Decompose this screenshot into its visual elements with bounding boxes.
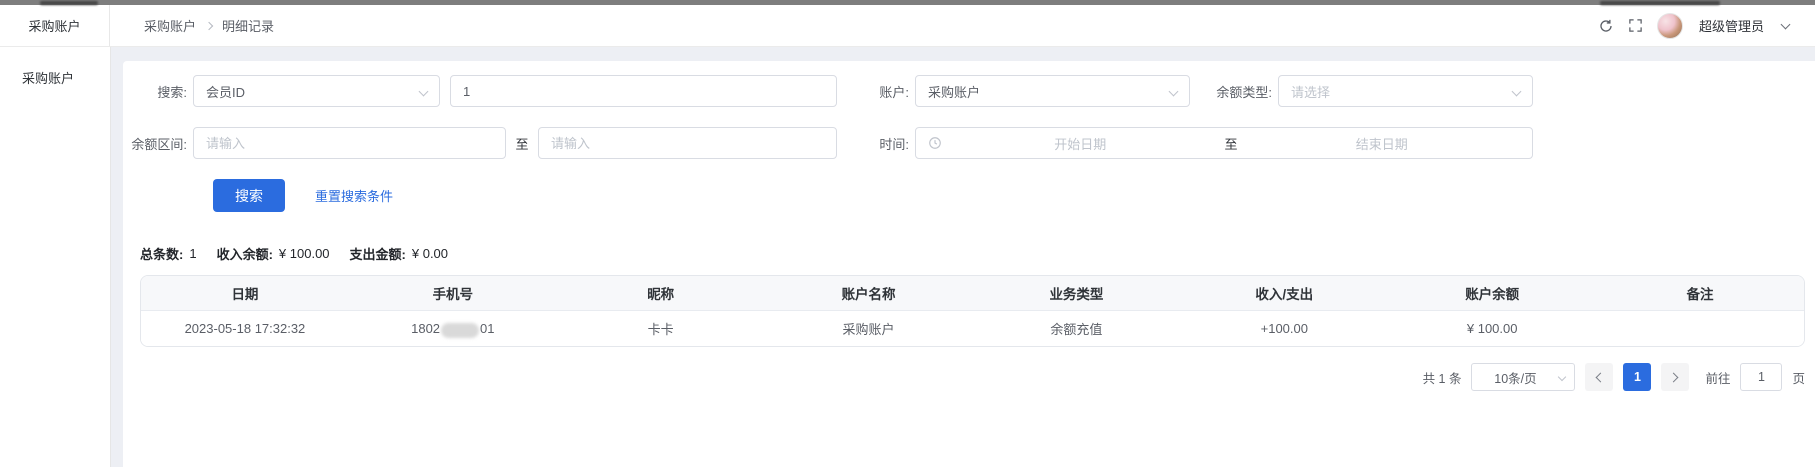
chevron-down-icon (1558, 373, 1566, 381)
cell-account-name: 采购账户 (765, 319, 973, 338)
cell-phone: 1802 01 (349, 321, 557, 336)
goto-label: 前往 (1705, 368, 1730, 387)
refresh-icon[interactable] (1598, 18, 1614, 34)
search-button[interactable]: 搜索 (213, 179, 285, 212)
col-biz-type: 业务类型 (973, 283, 1181, 303)
chevron-right-icon (1669, 372, 1679, 382)
income-label: 收入余额: (217, 244, 273, 263)
balance-max-input[interactable] (538, 127, 837, 159)
table-row: 2023-05-18 17:32:32 180201 卡卡 采购账户 余额充值 … (141, 311, 1804, 346)
goto-page-input[interactable] (1740, 363, 1782, 391)
chevron-left-icon (1596, 372, 1606, 382)
balance-min-input[interactable] (193, 127, 506, 159)
fullscreen-icon[interactable] (1628, 18, 1643, 33)
col-remark: 备注 (1596, 283, 1804, 303)
records-table: 日期 手机号 昵称 账户名称 业务类型 收入/支出 账户余额 备注 2023-0… (140, 275, 1805, 347)
total-count-label: 总条数: (140, 244, 183, 263)
filter-row-1: 搜索: 会员ID 账户: 采购账户 余额类型: 请选择 (123, 75, 1815, 107)
cell-nickname: 卡卡 (557, 319, 765, 338)
filter-row-2: 余额区间: 至 时间: 开始日期 至 结束日期 (123, 127, 1815, 159)
user-name[interactable]: 超级管理员 (1699, 16, 1764, 35)
account-select[interactable]: 采购账户 (915, 75, 1190, 107)
date-to-label: 至 (1219, 134, 1244, 153)
breadcrumb: 采购账户 明细记录 (110, 5, 1598, 46)
start-date-placeholder[interactable]: 开始日期 (942, 134, 1219, 153)
chevron-down-icon (1169, 87, 1179, 97)
summary-line: 总条数: 1 收入余额: ¥ 100.00 支出金额: ¥ 0.00 (123, 244, 1815, 263)
pagination: 共 1 条 10条/页 1 前往 页 (123, 363, 1815, 391)
table-header-row: 日期 手机号 昵称 账户名称 业务类型 收入/支出 账户余额 备注 (141, 276, 1804, 311)
cell-biz-type: 余额充值 (973, 319, 1181, 338)
page-size-value: 10条/页 (1494, 368, 1536, 387)
pagination-total: 共 1 条 (1423, 368, 1462, 387)
phone-prefix: 1802 (411, 321, 440, 336)
cutoff-text-fragment (1600, 1, 1720, 5)
main-area: 搜索: 会员ID 账户: 采购账户 余额类型: 请选择 (111, 47, 1815, 467)
chevron-down-icon (419, 87, 429, 97)
cell-balance: ¥ 100.00 (1388, 321, 1596, 336)
breadcrumb-item[interactable]: 采购账户 (144, 16, 196, 35)
page-number-1[interactable]: 1 (1623, 363, 1651, 391)
date-range-picker[interactable]: 开始日期 至 结束日期 (915, 127, 1533, 159)
reset-search-link[interactable]: 重置搜索条件 (315, 186, 393, 205)
header-bar: 采购账户 采购账户 明细记录 超级管理员 (0, 5, 1815, 47)
col-phone: 手机号 (349, 283, 557, 303)
breadcrumb-item-current: 明细记录 (222, 16, 274, 35)
balance-range-label: 余额区间: (123, 134, 187, 153)
sidebar-item-purchase-account[interactable]: 采购账户 (0, 59, 110, 95)
cutoff-text-fragment (40, 1, 98, 5)
time-label: 时间: (837, 134, 909, 153)
content-card: 搜索: 会员ID 账户: 采购账户 余额类型: 请选择 (123, 61, 1815, 467)
account-value: 采购账户 (928, 82, 980, 101)
col-account-name: 账户名称 (765, 283, 973, 303)
goto-suffix: 页 (1792, 368, 1805, 387)
search-value-input[interactable] (450, 75, 837, 107)
search-label: 搜索: (123, 82, 187, 101)
next-page-button[interactable] (1661, 363, 1689, 391)
sidebar-module-title[interactable]: 采购账户 (0, 5, 110, 46)
search-type-select[interactable]: 会员ID (193, 75, 440, 107)
end-date-placeholder[interactable]: 结束日期 (1244, 134, 1521, 153)
total-count-value: 1 (189, 246, 196, 261)
col-amount: 收入/支出 (1180, 283, 1388, 303)
cell-date: 2023-05-18 17:32:32 (141, 321, 349, 336)
balance-type-label: 余额类型: (1190, 82, 1272, 101)
balance-type-placeholder: 请选择 (1291, 82, 1330, 101)
prev-page-button[interactable] (1585, 363, 1613, 391)
page-size-select[interactable]: 10条/页 (1471, 363, 1575, 391)
col-balance: 账户余额 (1388, 283, 1596, 303)
chevron-down-icon[interactable] (1781, 19, 1791, 29)
search-type-value: 会员ID (206, 82, 245, 101)
header-actions: 超级管理员 (1598, 5, 1815, 46)
chevron-right-icon (205, 22, 213, 30)
expense-label: 支出金额: (350, 244, 406, 263)
income-value: ¥ 100.00 (279, 246, 330, 261)
user-avatar[interactable] (1657, 13, 1683, 39)
account-label: 账户: (837, 82, 909, 101)
sidebar: 采购账户 (0, 47, 111, 467)
expense-value: ¥ 0.00 (412, 246, 448, 261)
cutoff-top-navbar (0, 0, 1815, 5)
clock-icon (928, 136, 942, 150)
range-to-label: 至 (506, 134, 538, 153)
phone-masked-blur (441, 323, 479, 338)
cell-amount: +100.00 (1180, 321, 1388, 336)
balance-type-select[interactable]: 请选择 (1278, 75, 1533, 107)
col-date: 日期 (141, 283, 349, 303)
chevron-down-icon (1512, 87, 1522, 97)
phone-suffix: 01 (480, 321, 494, 336)
col-nickname: 昵称 (557, 283, 765, 303)
filter-actions: 搜索 重置搜索条件 (123, 179, 1815, 212)
